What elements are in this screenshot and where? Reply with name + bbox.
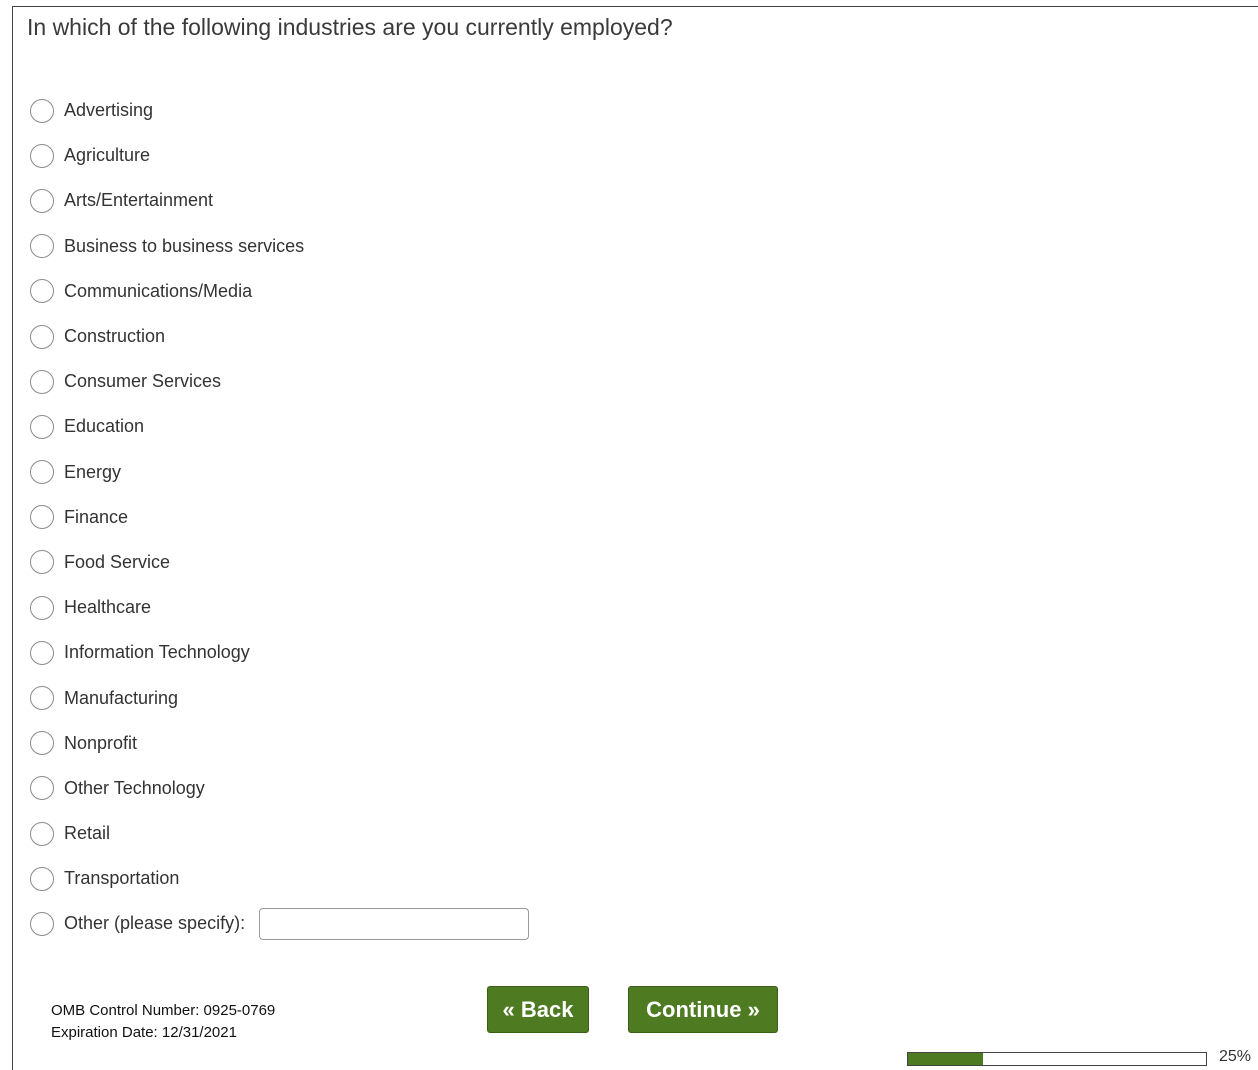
continue-button[interactable]: Continue »	[628, 986, 778, 1033]
radio-button[interactable]	[30, 143, 54, 168]
radio-button[interactable]	[30, 188, 54, 213]
radio-button[interactable]	[30, 324, 54, 349]
option-business-services[interactable]: Business to business services	[30, 224, 529, 269]
option-label: Nonprofit	[64, 732, 138, 753]
option-advertising[interactable]: Advertising	[30, 88, 529, 133]
radio-button[interactable]	[30, 505, 54, 530]
option-label: Consumer Services	[64, 371, 222, 392]
option-label: Manufacturing	[64, 687, 179, 708]
progress-percent: 25%	[1219, 1048, 1252, 1065]
radio-button[interactable]	[30, 911, 54, 936]
radio-button[interactable]	[30, 595, 54, 620]
option-healthcare[interactable]: Healthcare	[30, 585, 529, 630]
radio-button[interactable]	[30, 731, 54, 756]
option-label: Business to business services	[64, 235, 305, 256]
radio-button[interactable]	[30, 866, 54, 891]
option-nonprofit[interactable]: Nonprofit	[30, 721, 529, 766]
option-label: Communications/Media	[64, 280, 253, 301]
expiration-date: Expiration Date: 12/31/2021	[51, 1024, 237, 1041]
option-label: Transportation	[64, 868, 180, 889]
radio-button[interactable]	[30, 640, 54, 665]
option-finance[interactable]: Finance	[30, 495, 529, 540]
option-food-service[interactable]: Food Service	[30, 540, 529, 585]
option-construction[interactable]: Construction	[30, 314, 529, 359]
option-energy[interactable]: Energy	[30, 450, 529, 495]
option-label: Other Technology	[64, 777, 205, 798]
option-consumer-services[interactable]: Consumer Services	[30, 359, 529, 404]
option-transportation[interactable]: Transportation	[30, 856, 529, 901]
radio-button[interactable]	[30, 279, 54, 304]
radio-button[interactable]	[30, 686, 54, 711]
option-label: Arts/Entertainment	[64, 190, 214, 211]
option-education[interactable]: Education	[30, 404, 529, 449]
option-label: Advertising	[64, 100, 154, 121]
option-retail[interactable]: Retail	[30, 811, 529, 856]
omb-info: OMB Control Number: 0925-0769 Expiration…	[51, 1000, 275, 1044]
industry-options: Advertising Agriculture Arts/Entertainme…	[30, 88, 530, 947]
option-label: Information Technology	[64, 642, 250, 663]
radio-button[interactable]	[30, 776, 54, 801]
other-specify-input[interactable]	[259, 907, 530, 940]
option-label: Retail	[64, 823, 111, 844]
option-other[interactable]: Other (please specify):	[30, 901, 530, 946]
radio-button[interactable]	[30, 98, 54, 123]
question-title: In which of the following industries are…	[27, 14, 673, 40]
omb-control-number: OMB Control Number: 0925-0769	[51, 1002, 276, 1019]
option-label: Other (please specify):	[64, 913, 246, 934]
progress-bar	[907, 1052, 1207, 1066]
option-label: Energy	[64, 461, 122, 482]
option-information-technology[interactable]: Information Technology	[30, 630, 529, 675]
progress-fill	[908, 1053, 983, 1065]
option-label: Finance	[64, 506, 129, 527]
option-label: Education	[64, 416, 145, 437]
radio-button[interactable]	[30, 550, 54, 575]
radio-button[interactable]	[30, 234, 54, 259]
option-label: Food Service	[64, 551, 171, 572]
radio-button[interactable]	[30, 821, 54, 846]
radio-button[interactable]	[30, 460, 54, 485]
radio-button[interactable]	[30, 369, 54, 394]
option-other-technology[interactable]: Other Technology	[30, 766, 529, 811]
radio-button[interactable]	[30, 414, 54, 439]
option-label: Healthcare	[64, 597, 152, 618]
option-manufacturing[interactable]: Manufacturing	[30, 675, 529, 720]
option-arts-entertainment[interactable]: Arts/Entertainment	[30, 178, 529, 223]
back-button[interactable]: « Back	[487, 986, 589, 1033]
option-label: Construction	[64, 326, 166, 347]
option-communications-media[interactable]: Communications/Media	[30, 269, 529, 314]
option-label: Agriculture	[64, 145, 151, 166]
option-agriculture[interactable]: Agriculture	[30, 133, 529, 178]
